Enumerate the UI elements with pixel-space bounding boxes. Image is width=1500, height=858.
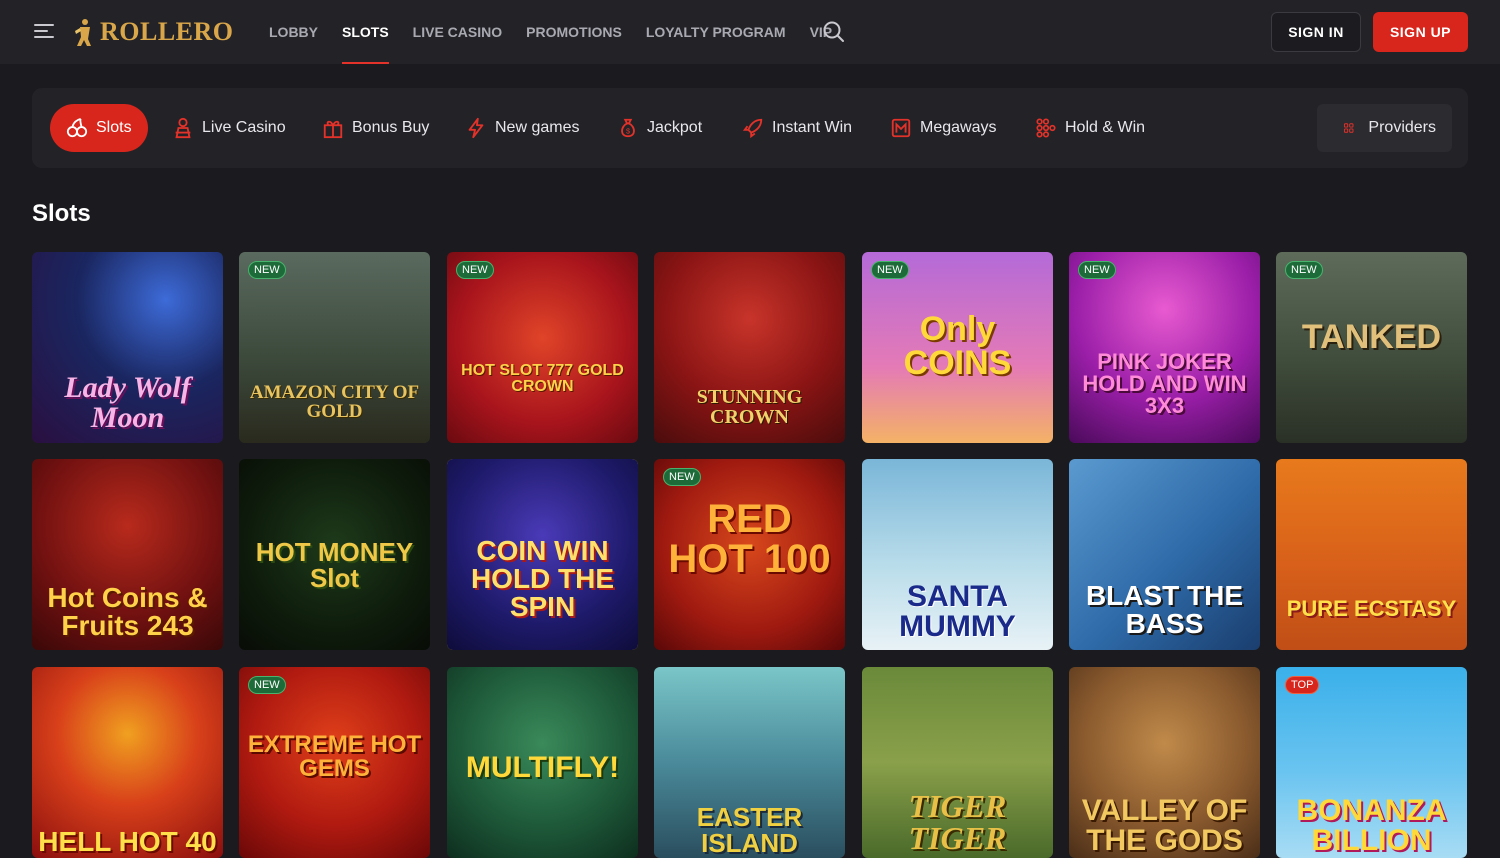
game-tile-stunning-crown[interactable]: STUNNING CROWN [654, 252, 845, 443]
game-title: STUNNING CROWN [696, 386, 803, 428]
category-label: Bonus Buy [352, 119, 430, 136]
new-badge: NEW [248, 261, 286, 279]
game-title: Hot Coins & Fruits 243 [47, 582, 208, 641]
category-new-games[interactable]: New games [465, 104, 579, 152]
game-title: PURE ECSTASY [1286, 596, 1457, 621]
new-badge: NEW [871, 261, 909, 279]
top-header: ROLLERO LOBBY SLOTS LIVE CASINO PROMOTIO… [0, 0, 1500, 64]
logo-figure-icon [75, 19, 91, 46]
game-title: COIN WIN HOLD THE SPIN [470, 535, 615, 622]
game-title: TANKED [1301, 318, 1442, 356]
game-title: TIGER TIGER [908, 788, 1007, 856]
category-label: Slots [96, 119, 132, 136]
providers-button[interactable]: Providers [1317, 104, 1452, 152]
game-title: HELL HOT 40 [38, 826, 217, 857]
nav-live-casino[interactable]: LIVE CASINO [413, 0, 502, 64]
game-tile-coin-win[interactable]: COIN WIN HOLD THE SPIN [447, 459, 638, 650]
nav-promotions[interactable]: PROMOTIONS [526, 0, 622, 64]
game-title: BONANZA BILLION [1296, 794, 1447, 857]
new-badge: NEW [663, 468, 701, 486]
new-badge: NEW [248, 676, 286, 694]
category-label: Megaways [920, 119, 997, 136]
logo-text: ROLLERO [100, 17, 234, 46]
new-badge: NEW [1285, 261, 1323, 279]
search-icon[interactable] [822, 20, 846, 44]
category-bar: Slots Live Casino Bonus Buy New games $ … [32, 88, 1468, 168]
game-tile-easter-island[interactable]: EASTER ISLAND [654, 667, 845, 858]
game-title: HOT SLOT 777 GOLD CROWN [461, 362, 624, 395]
game-thumbnail [447, 252, 638, 443]
game-tile-bonanza-billion[interactable]: TOP BONANZA BILLION [1276, 667, 1467, 858]
game-title: PINK JOKER HOLD AND WIN 3X3 [1082, 349, 1247, 418]
section-title: Slots [32, 200, 91, 227]
category-label: New games [495, 119, 580, 136]
game-tile-valley-of-the-gods[interactable]: VALLEY OF THE GODS [1069, 667, 1260, 858]
category-jackpot[interactable]: $ Jackpot [617, 104, 702, 152]
game-tile-only-coins[interactable]: NEW Only COINS [862, 252, 1053, 443]
game-title: EXTREME HOT GEMS [247, 731, 422, 782]
money-bag-icon: $ [621, 118, 635, 138]
rocket-icon [742, 118, 763, 139]
main-nav: LOBBY SLOTS LIVE CASINO PROMOTIONS LOYAL… [269, 0, 832, 64]
new-badge: NEW [1078, 261, 1116, 279]
game-tile-santa-mummy[interactable]: SANTA MUMMY [862, 459, 1053, 650]
category-slots[interactable]: Slots [50, 104, 148, 152]
category-bonus-buy[interactable]: Bonus Buy [322, 104, 429, 152]
category-instant-win[interactable]: Instant Win [742, 104, 852, 152]
nav-loyalty-program[interactable]: LOYALTY PROGRAM [646, 0, 786, 64]
category-label: Instant Win [772, 119, 853, 136]
game-tile-hot-money[interactable]: HOT MONEY Slot [239, 459, 430, 650]
top-badge: TOP [1285, 676, 1320, 694]
grid-dots-icon [1036, 118, 1056, 138]
sign-in-button[interactable]: SIGN IN [1271, 12, 1361, 52]
svg-text:$: $ [626, 127, 630, 136]
game-tile-multifly[interactable]: MULTIFLY! [447, 667, 638, 858]
megaways-icon [891, 118, 911, 138]
game-tile-lady-wolf-moon[interactable]: Lady Wolf Moon [32, 252, 223, 443]
category-live-casino[interactable]: Live Casino [172, 104, 286, 152]
dealer-icon [175, 117, 191, 139]
game-tile-tanked[interactable]: NEW TANKED [1276, 252, 1467, 443]
logo[interactable]: ROLLERO [72, 14, 234, 50]
game-tile-blast-the-bass[interactable]: BLAST THE BASS [1069, 459, 1260, 650]
game-tile-hot-coins-fruits-243[interactable]: Hot Coins & Fruits 243 [32, 459, 223, 650]
game-title: SANTA MUMMY [899, 580, 1016, 643]
game-thumbnail [1276, 459, 1467, 650]
game-tile-tiger-tiger[interactable]: TIGER TIGER [862, 667, 1053, 858]
nav-lobby[interactable]: LOBBY [269, 0, 318, 64]
nav-slots[interactable]: SLOTS [342, 0, 389, 64]
game-tile-hot-slot-777-gold-crown[interactable]: NEW HOT SLOT 777 GOLD CROWN [447, 252, 638, 443]
category-label: Live Casino [202, 119, 286, 136]
game-tile-pink-joker[interactable]: NEW PINK JOKER HOLD AND WIN 3X3 [1069, 252, 1260, 443]
providers-grid-icon [1343, 123, 1354, 133]
lightning-icon [468, 117, 484, 139]
game-title: Only COINS [903, 310, 1012, 382]
game-title: AMAZON CITY OF GOLD [249, 382, 420, 422]
cherries-icon [66, 117, 88, 138]
game-tile-extreme-hot-gems[interactable]: NEW EXTREME HOT GEMS [239, 667, 430, 858]
game-tile-hell-hot-40[interactable]: HELL HOT 40 [32, 667, 223, 858]
game-tile-amazon-city-of-gold[interactable]: NEW AMAZON CITY OF GOLD [239, 252, 430, 443]
game-title: Lady Wolf Moon [64, 371, 191, 434]
game-title: EASTER ISLAND [696, 802, 803, 858]
game-title: BLAST THE BASS [1085, 580, 1244, 639]
sign-up-button[interactable]: SIGN UP [1373, 12, 1468, 52]
providers-label: Providers [1368, 119, 1436, 136]
category-label: Hold & Win [1065, 119, 1146, 136]
category-label: Jackpot [647, 119, 703, 136]
game-title: MULTIFLY! [465, 751, 620, 784]
game-title: RED HOT 100 [668, 497, 831, 581]
game-title: VALLEY OF THE GODS [1081, 794, 1248, 857]
gift-icon [323, 120, 343, 139]
menu-icon[interactable] [34, 24, 54, 40]
new-badge: NEW [456, 261, 494, 279]
category-megaways[interactable]: Megaways [890, 104, 996, 152]
game-title: HOT MONEY Slot [255, 537, 414, 593]
game-tile-red-hot-100[interactable]: NEW RED HOT 100 [654, 459, 845, 650]
game-tile-pure-ecstasy[interactable]: PURE ECSTASY [1276, 459, 1467, 650]
category-hold-and-win[interactable]: Hold & Win [1035, 104, 1145, 152]
